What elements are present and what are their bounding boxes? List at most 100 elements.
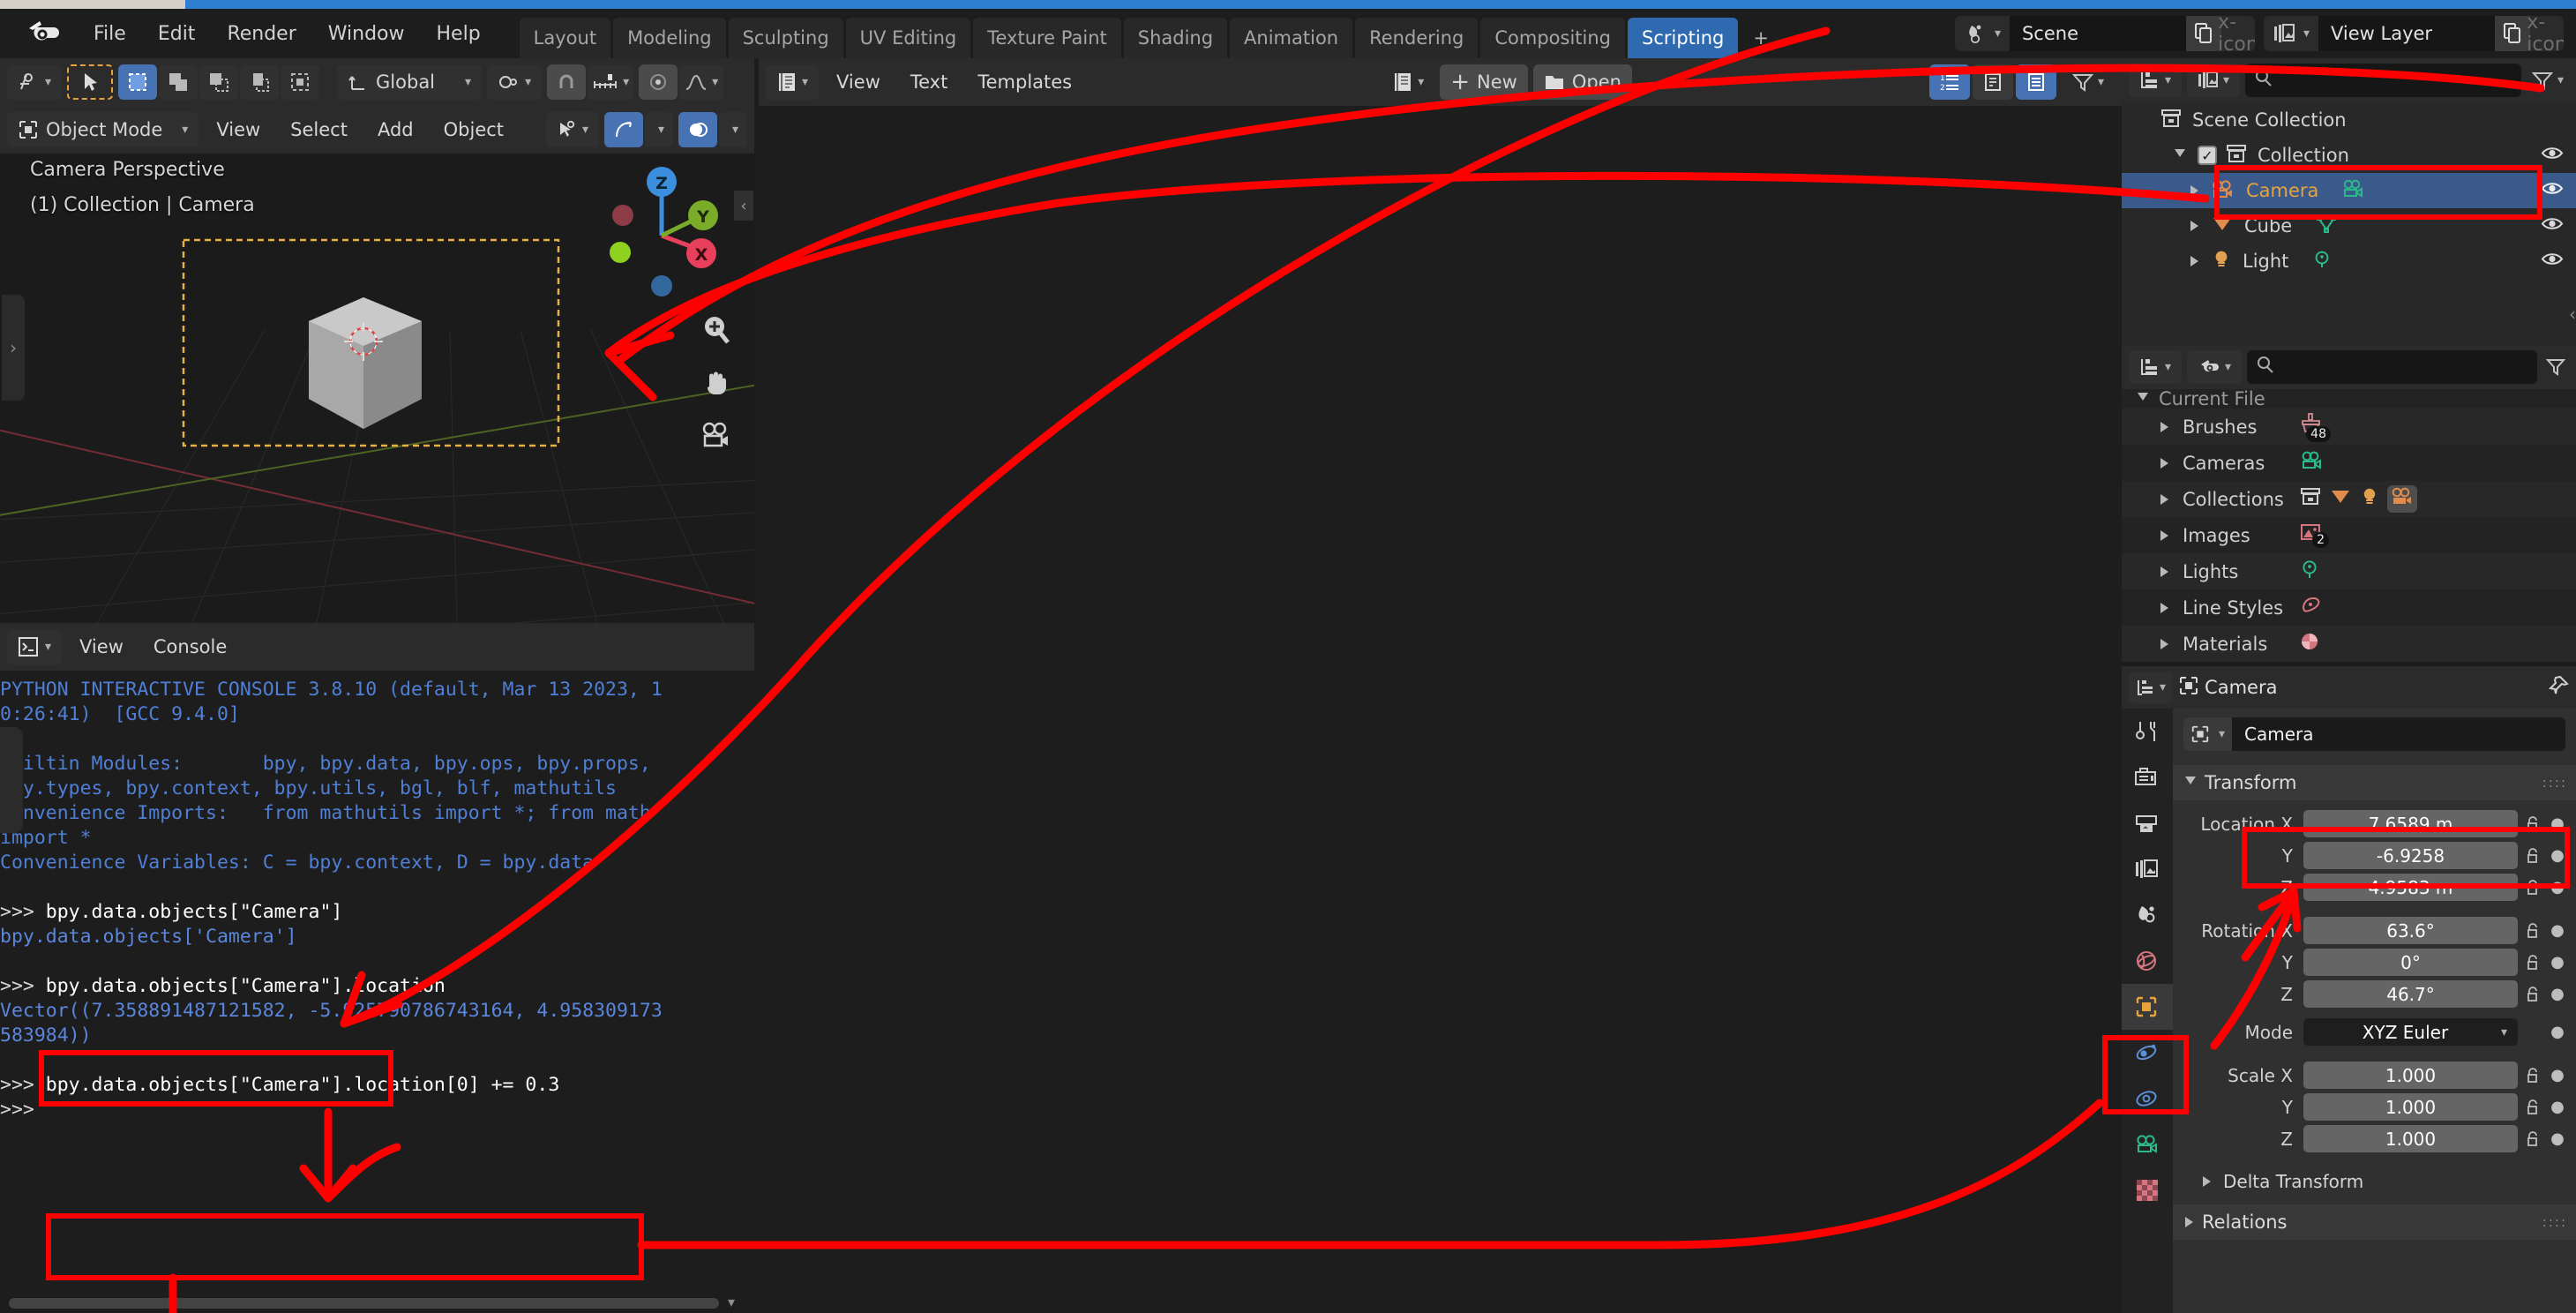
overlays-dropdown[interactable]: ▾ — [719, 112, 747, 147]
blendfile-row-cameras[interactable]: Cameras — [2122, 445, 2576, 481]
animate-dot-icon[interactable]: ● — [2548, 921, 2567, 940]
chevron-right-icon[interactable] — [2185, 1217, 2193, 1227]
animate-dot-icon[interactable]: ● — [2548, 1066, 2567, 1084]
word-wrap-icon[interactable] — [1972, 64, 2013, 100]
blendfile-row-brushes[interactable]: Brushes 48 — [2122, 409, 2576, 445]
chevron-right-icon[interactable] — [2203, 1176, 2211, 1187]
properties-tab-render[interactable] — [2122, 754, 2173, 800]
scale-x-field[interactable]: 1.000 — [2303, 1062, 2518, 1089]
light-data-icon[interactable] — [2311, 250, 2333, 274]
properties-tab-data-camera[interactable] — [2122, 1122, 2173, 1167]
scene-datablock[interactable]: ▾ Scene x-icon — [1954, 16, 2255, 51]
new-copy-icon[interactable] — [2185, 16, 2221, 51]
properties-tab-tool[interactable] — [2122, 709, 2173, 754]
workspace-tab-sculpting[interactable]: Sculpting — [728, 18, 843, 58]
panel-drag-handle[interactable]: :::: — [2542, 1214, 2567, 1230]
blender-logo-icon[interactable] — [21, 16, 62, 51]
outliner-search-input[interactable] — [2245, 64, 2521, 97]
transform-panel-header[interactable]: Transform :::: — [2173, 765, 2576, 800]
collection-visibility-checkbox[interactable]: ✓ — [2198, 146, 2217, 165]
mesh-data-icon[interactable] — [2315, 214, 2338, 238]
view-layer-icon[interactable]: ▾ — [2263, 16, 2318, 51]
lock-icon[interactable] — [2518, 815, 2548, 833]
chevron-right-icon[interactable] — [2190, 221, 2198, 231]
select-box-tool-icon[interactable] — [67, 64, 114, 100]
outliner-filter-funnel-icon[interactable]: ▾ — [2527, 64, 2569, 97]
lock-icon[interactable] — [2518, 1099, 2548, 1116]
gizmo-dropdown[interactable]: ▾ — [645, 112, 673, 147]
object-name-datablock[interactable]: ▾ Camera — [2183, 717, 2565, 751]
blender-file-icon[interactable]: ▾ — [2187, 350, 2243, 384]
workspace-tab-uv-editing[interactable]: UV Editing — [845, 18, 971, 58]
properties-tab-modifiers[interactable] — [2122, 1030, 2173, 1076]
scale-y-field[interactable]: 1.000 — [2303, 1093, 2518, 1121]
new-text-button[interactable]: + New — [1440, 64, 1528, 100]
show-gizmo-icon[interactable] — [604, 112, 643, 147]
pivot-point-icon[interactable]: ▾ — [487, 64, 543, 100]
visibility-eye-icon[interactable] — [2541, 180, 2564, 202]
properties-icon[interactable]: ▾ — [2129, 672, 2174, 703]
workspace-tab-modeling[interactable]: Modeling — [613, 18, 726, 58]
falloff-curve-icon[interactable]: ▾ — [679, 64, 724, 100]
select-intersect-mode-icon[interactable] — [281, 64, 320, 100]
location-y-field[interactable]: -6.9258 — [2303, 842, 2518, 869]
outliner-view-layer-icon[interactable]: ▾ — [2187, 64, 2241, 97]
object-properties-icon[interactable]: ▾ — [2183, 717, 2233, 751]
scale-y-row[interactable]: Y 1.000 ● — [2173, 1092, 2576, 1122]
proportional-edit-icon[interactable] — [639, 64, 678, 100]
animate-dot-icon[interactable]: ● — [2548, 878, 2567, 897]
animate-dot-icon[interactable]: ● — [2548, 1098, 2567, 1116]
scale-z-field[interactable]: 1.000 — [2303, 1125, 2518, 1152]
console-icon[interactable]: ▾ — [7, 629, 63, 664]
menu-edit[interactable]: Edit — [142, 19, 212, 49]
select-invert-mode-icon[interactable] — [240, 64, 280, 100]
rotation-y-field[interactable]: 0° — [2303, 949, 2518, 976]
delta-transform-subpanel-header[interactable]: Delta Transform — [2173, 1166, 2576, 1197]
new-view-layer-icon[interactable] — [2495, 16, 2530, 51]
scale-x-row[interactable]: Scale X 1.000 ● — [2173, 1061, 2576, 1090]
console-sidebar-toggle[interactable] — [0, 727, 23, 833]
viewport-menu-add[interactable]: Add — [365, 112, 426, 147]
show-overlays-icon[interactable] — [678, 112, 717, 147]
outliner-display-mode-icon[interactable]: ▾ — [2129, 64, 2183, 97]
properties-tab-object[interactable] — [2122, 984, 2173, 1030]
blendfile-row-images[interactable]: Images 2 — [2122, 517, 2576, 553]
animate-dot-icon[interactable]: ● — [2548, 846, 2567, 865]
scene-name[interactable]: Scene — [2009, 16, 2186, 51]
rotation-mode-row[interactable]: Mode XYZ Euler ▾ ● — [2173, 1017, 2576, 1047]
rotation-mode-dropdown[interactable]: XYZ Euler ▾ — [2303, 1018, 2518, 1046]
chevron-right-icon[interactable] — [2190, 256, 2198, 266]
viewport-zoom-icon[interactable] — [699, 312, 734, 352]
unlink-view-layer-icon[interactable]: x-icon — [2527, 16, 2564, 51]
cursor-tool-icon[interactable]: ▾ — [7, 64, 63, 100]
console-menu-view[interactable]: View — [67, 629, 136, 664]
location-z-field[interactable]: 4.9583 m — [2303, 874, 2518, 901]
workspace-tab-scripting[interactable]: Scripting — [1628, 18, 1739, 58]
chevron-right-icon[interactable] — [2160, 457, 2168, 469]
rotation-x-row[interactable]: Rotation X 63.6° ● — [2173, 916, 2576, 945]
outliner-row-collection[interactable]: ✓ Collection — [2122, 138, 2576, 173]
chevron-down-icon[interactable] — [2185, 776, 2196, 790]
scale-z-row[interactable]: Z 1.000 ● — [2173, 1124, 2576, 1153]
text-menu-view[interactable]: View — [824, 64, 893, 100]
console-output[interactable]: PYTHON INTERACTIVE CONSOLE 3.8.10 (defau… — [0, 671, 754, 1313]
outliner-row-camera[interactable]: Camera — [2122, 173, 2576, 208]
select-set-mode-icon[interactable] — [118, 64, 158, 100]
workspace-tab-texture-paint[interactable]: Texture Paint — [973, 18, 1121, 58]
location-x-row[interactable]: Location X 7.6589 m ● — [2173, 809, 2576, 838]
blendfile-row-line-styles[interactable]: Line Styles — [2122, 589, 2576, 626]
visibility-eye-icon[interactable] — [2541, 145, 2564, 167]
pin-icon[interactable] — [2548, 675, 2569, 701]
location-z-row[interactable]: Z 4.9583 m ● — [2173, 873, 2576, 902]
animate-dot-icon[interactable]: ● — [2548, 1023, 2567, 1041]
workspace-tab-layout[interactable]: Layout — [519, 18, 611, 58]
unlink-scene-icon[interactable]: x-icon — [2218, 16, 2255, 51]
chevron-right-icon[interactable] — [2160, 493, 2168, 505]
blendfile-row-collections[interactable]: Collections — [2122, 481, 2576, 517]
text-menu-templates[interactable]: Templates — [965, 64, 1084, 100]
properties-tab-scene[interactable] — [2122, 892, 2173, 938]
rotation-x-field[interactable]: 63.6° — [2303, 917, 2518, 944]
workspace-tab-shading[interactable]: Shading — [1123, 18, 1228, 58]
object-name-value[interactable]: Camera — [2232, 724, 2314, 745]
blendfile-row-materials[interactable]: Materials — [2122, 626, 2576, 662]
